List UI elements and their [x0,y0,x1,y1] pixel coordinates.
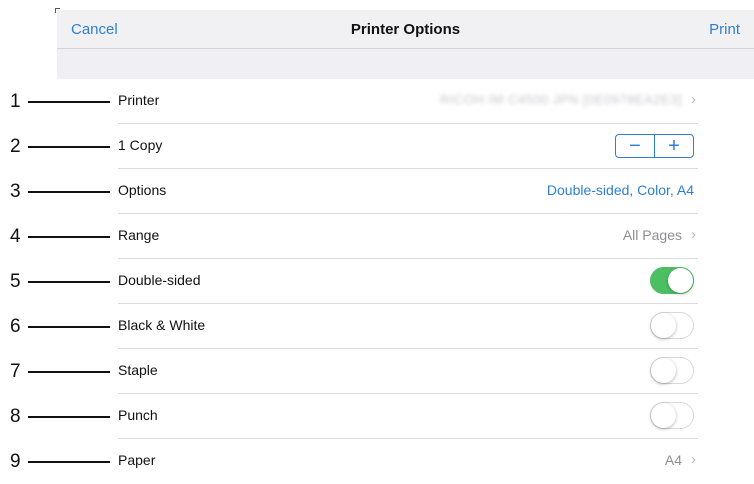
options-label: Options [118,182,167,198]
chevron-right-icon: › [691,91,696,108]
row-staple: 7 Staple [0,349,754,394]
row-double-sided: 5 Double-sided [0,259,754,304]
toggle-knob [651,313,676,338]
callout-number: 3 [10,181,21,202]
navigation-bar: Cancel Printer Options Print [57,10,754,49]
paper-label: Paper [118,452,156,468]
callout-line [28,371,110,373]
callout-line [28,146,110,148]
copies-stepper: − + [615,134,694,158]
toggle-knob [651,403,676,428]
toggle-knob [668,268,693,293]
section-header-spacer [57,49,754,79]
row-paper[interactable]: 9 Paper A4 › [0,439,754,484]
double-sided-toggle[interactable] [650,267,694,294]
paper-value: A4 [664,452,682,468]
callout-line [28,461,110,463]
callout-line [28,326,110,328]
increment-button[interactable]: + [655,135,693,157]
callout-number: 1 [10,91,21,112]
range-value: All Pages [622,227,682,243]
page-title: Printer Options [350,21,461,38]
callout-number: 2 [10,136,21,157]
toggle-knob [651,358,676,383]
chevron-right-icon: › [691,451,696,468]
print-button[interactable]: Print [709,21,740,38]
black-white-label: Black & White [118,317,206,333]
punch-toggle[interactable] [650,402,694,429]
row-copies: 2 1 Copy − + [0,124,754,169]
staple-toggle[interactable] [650,357,694,384]
range-label: Range [118,227,160,243]
callout-line [28,416,110,418]
options-summary-link[interactable]: Double-sided, Color, A4 [547,182,694,198]
staple-label: Staple [118,362,158,378]
row-options[interactable]: 3 Options Double-sided, Color, A4 [0,169,754,214]
callout-line [28,191,110,193]
double-sided-label: Double-sided [118,272,201,288]
callout-line [28,236,110,238]
callout-number: 4 [10,226,21,247]
callout-number: 5 [10,271,21,292]
row-range[interactable]: 4 Range All Pages › [0,214,754,259]
row-punch: 8 Punch [0,394,754,439]
row-black-white: 6 Black & White [0,304,754,349]
callout-number: 9 [10,451,21,472]
black-white-toggle[interactable] [650,312,694,339]
chevron-right-icon: › [691,226,696,243]
callout-number: 7 [10,361,21,382]
punch-label: Punch [118,407,158,423]
callout-number: 6 [10,316,21,337]
printer-name-value: RICOH IM C4500 JPN [0E0978EA2E3] [439,92,682,107]
callout-line [28,101,110,103]
decrement-button[interactable]: − [616,135,654,157]
row-printer[interactable]: 1 Printer RICOH IM C4500 JPN [0E0978EA2E… [0,79,754,124]
printer-label: Printer [118,92,160,108]
copies-label: 1 Copy [118,137,163,153]
callout-line [28,281,110,283]
callout-number: 8 [10,406,21,427]
